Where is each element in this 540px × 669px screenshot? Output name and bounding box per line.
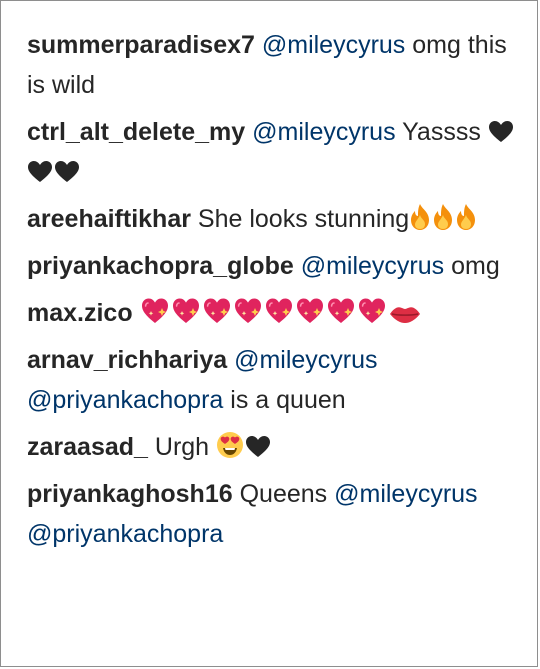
sparkling-heart-icon (202, 297, 232, 325)
sparkling-heart-icon (171, 297, 201, 325)
sparkling-heart-icon (233, 297, 263, 325)
sparkling-heart-icon (295, 297, 325, 325)
sparkling-heart-icon (264, 297, 294, 325)
comment-item: arnav_richhariya @mileycyrus @priyankach… (27, 340, 525, 420)
black-heart-icon (488, 120, 514, 144)
comment-item: zaraasad_ Urgh (27, 427, 525, 467)
comment-text: omg (451, 252, 500, 280)
comment-item: max.zico (27, 293, 525, 333)
comment-item: areehaiftikhar She looks stunning (27, 199, 525, 239)
comment-username[interactable]: zaraasad_ (27, 433, 148, 461)
comment-item: priyankaghosh16 Queens @mileycyrus @priy… (27, 474, 525, 554)
comment-mention[interactable]: @mileycyrus (252, 118, 395, 146)
comment-mention[interactable]: @priyankachopra (27, 386, 223, 414)
comment-username[interactable]: priyankaghosh16 (27, 480, 233, 508)
comment-item: summerparadisex7 @mileycyrus omg this is… (27, 25, 525, 105)
emoji-row (140, 297, 423, 327)
fire-icon (409, 203, 431, 231)
comment-username[interactable]: summerparadisex7 (27, 31, 255, 59)
sparkling-heart-icon (326, 297, 356, 325)
comments-panel: summerparadisex7 @mileycyrus omg this is… (0, 0, 538, 667)
black-heart-icon (54, 160, 80, 184)
kiss-lips-icon (388, 303, 422, 325)
comment-mention[interactable]: @mileycyrus (334, 480, 477, 508)
fire-icon (455, 203, 477, 231)
comment-text: She looks stunning (197, 205, 410, 233)
comment-text: Yassss (402, 118, 481, 146)
black-heart-icon (27, 160, 53, 184)
comment-username[interactable]: ctrl_alt_delete_my (27, 118, 245, 146)
comment-text: Queens (239, 480, 328, 508)
comment-mention[interactable]: @mileycyrus (262, 31, 405, 59)
heart-eyes-face-icon (216, 431, 244, 459)
comment-mention[interactable]: @mileycyrus (234, 346, 377, 374)
comment-username[interactable]: arnav_richhariya (27, 346, 227, 374)
comment-text: Urgh (154, 433, 210, 461)
comment-username[interactable]: priyankachopra_globe (27, 252, 294, 280)
comment-text: is a quuen (230, 386, 346, 414)
sparkling-heart-icon (140, 297, 170, 325)
comment-username[interactable]: areehaiftikhar (27, 205, 191, 233)
comment-item: priyankachopra_globe @mileycyrus omg (27, 246, 525, 286)
comment-list: summerparadisex7 @mileycyrus omg this is… (27, 25, 525, 561)
comment-mention[interactable]: @mileycyrus (301, 252, 444, 280)
fire-icon (432, 203, 454, 231)
black-heart-icon (245, 435, 271, 459)
sparkling-heart-icon (357, 297, 387, 325)
comment-item: ctrl_alt_delete_my @mileycyrus Yassss (27, 112, 525, 192)
comment-mention[interactable]: @priyankachopra (27, 520, 223, 548)
comment-username[interactable]: max.zico (27, 299, 133, 327)
